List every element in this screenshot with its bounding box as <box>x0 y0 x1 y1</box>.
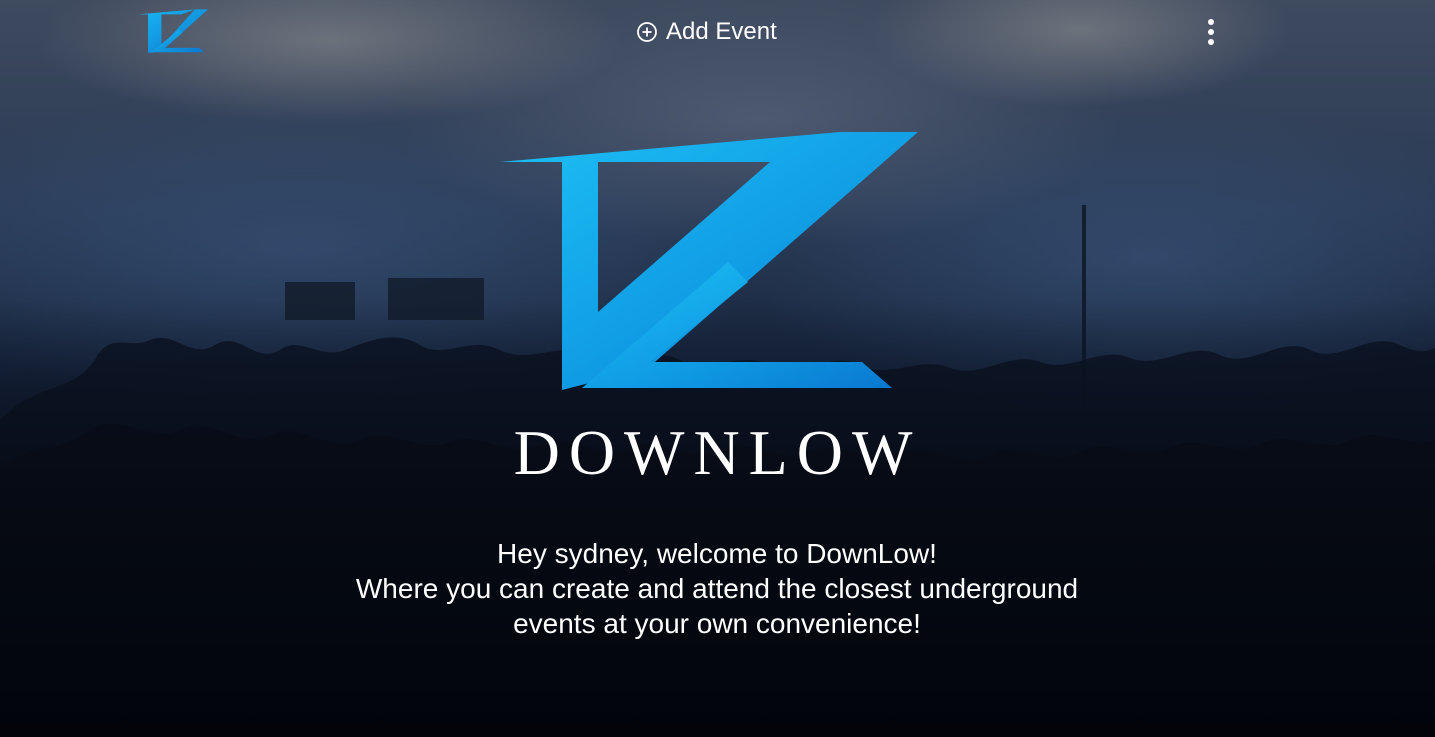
welcome-line: Hey sydney, welcome to DownLow! <box>497 538 937 569</box>
add-event-label: Add Event <box>666 18 777 45</box>
add-event-button[interactable]: Add Event <box>636 16 777 48</box>
downlow-logo-icon[interactable] <box>138 8 208 54</box>
welcome-message: Hey sydney, welcome to DownLow! Where yo… <box>217 536 1217 641</box>
landing-page: Add Event DOWNLOW Hey sydney, welcome to… <box>0 0 1435 737</box>
brand-wordmark: DOWNLOW <box>513 417 922 488</box>
welcome-line: events at your own convenience! <box>513 608 921 639</box>
top-nav-bar: Add Event <box>0 0 1435 64</box>
plus-circle-icon <box>637 22 657 42</box>
downlow-logo-icon <box>500 132 918 390</box>
more-vertical-icon[interactable] <box>1198 16 1224 48</box>
welcome-line: Where you can create and attend the clos… <box>355 573 1079 604</box>
